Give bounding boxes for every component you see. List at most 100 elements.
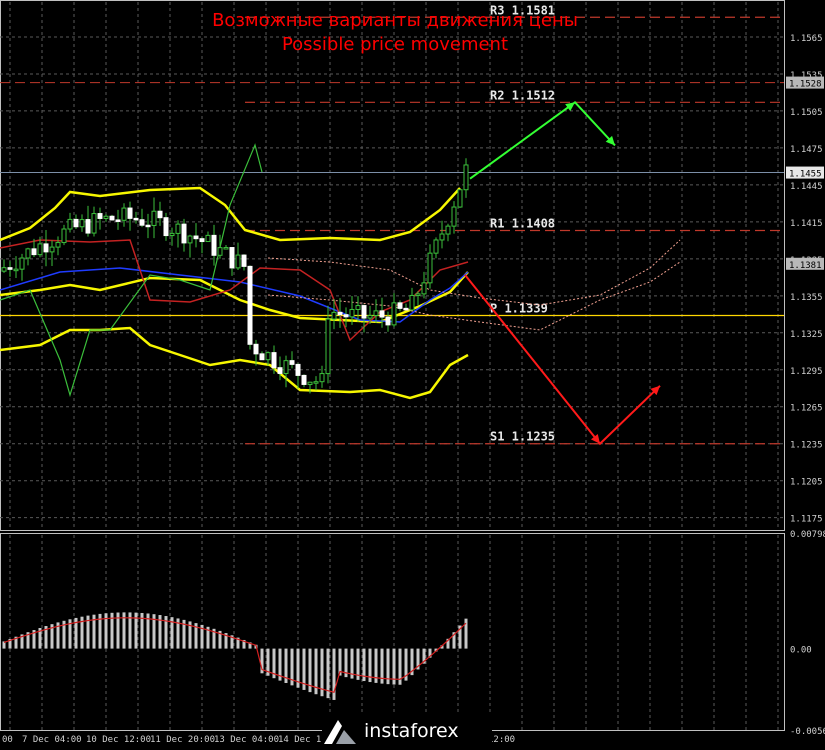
candle-body bbox=[433, 239, 439, 254]
y-tick-label: 1.1265 bbox=[790, 404, 823, 414]
osc-y-tick-label: 0.00 bbox=[790, 646, 812, 656]
candle-body bbox=[307, 381, 313, 385]
candle-body bbox=[247, 265, 253, 345]
candle-body bbox=[37, 243, 43, 256]
price-tag-label: 1.1455 bbox=[789, 170, 822, 180]
bollinger-upper bbox=[0, 186, 461, 242]
forecast-arrow-down bbox=[464, 274, 661, 446]
candle-body bbox=[373, 310, 379, 317]
candle-body bbox=[391, 302, 397, 326]
y-tick-label: 1.1235 bbox=[790, 441, 823, 451]
candle-body bbox=[421, 282, 427, 295]
candle-body bbox=[169, 232, 175, 237]
candle-body bbox=[343, 314, 349, 318]
candle-body bbox=[79, 219, 85, 228]
candle-body bbox=[451, 206, 457, 227]
candle-body bbox=[13, 268, 19, 272]
candle-body bbox=[133, 217, 139, 221]
candle-body bbox=[25, 248, 31, 259]
chart-window: 1.1565 1.1535 1.1505 1.1475 1.1445 1.1415 1.13… bbox=[0, 0, 825, 750]
y-tick-label: 1.1295 bbox=[790, 367, 823, 377]
price-chart: 1.15651.15351.15051.14751.14451.14151.13… bbox=[0, 0, 825, 745]
candle-body bbox=[445, 225, 451, 235]
y-tick-label: 1.1415 bbox=[790, 219, 823, 229]
candle-body bbox=[325, 318, 331, 375]
candle-body bbox=[331, 311, 337, 320]
candle-body bbox=[181, 223, 187, 244]
logo-icon bbox=[324, 720, 356, 744]
chart-title: Возможные варианты движения цены bbox=[212, 10, 578, 31]
candle-body bbox=[109, 215, 115, 221]
y-tick-label: 1.1475 bbox=[790, 145, 823, 155]
candle-body bbox=[337, 311, 343, 316]
candle-body bbox=[265, 352, 271, 361]
candle-body bbox=[175, 223, 181, 234]
x-tick-label: 00 bbox=[2, 735, 13, 745]
level-label-r2: R2 1.1512 bbox=[490, 88, 555, 102]
candle-body bbox=[127, 207, 133, 219]
candle-body bbox=[457, 189, 463, 208]
candle-body bbox=[415, 293, 421, 296]
candle-body bbox=[139, 219, 145, 226]
forecast-arrow-up bbox=[469, 100, 616, 180]
y-tick-label: 1.1175 bbox=[790, 515, 823, 525]
candle-body bbox=[73, 218, 79, 228]
candle-body bbox=[205, 234, 211, 243]
y-tick-label: 1.1565 bbox=[790, 34, 823, 44]
y-tick-label: 1.1445 bbox=[790, 182, 823, 192]
candle-body bbox=[409, 294, 415, 311]
candle-body bbox=[193, 235, 199, 240]
level-label-s1: S1 1.1235 bbox=[490, 430, 555, 444]
candle-body bbox=[61, 228, 67, 244]
candle-body bbox=[55, 242, 61, 248]
candle-body bbox=[463, 164, 469, 191]
candle-body bbox=[361, 305, 367, 319]
price-tag-label: 1.1381 bbox=[789, 261, 822, 271]
logo-text: instaforex bbox=[364, 720, 459, 742]
x-tick-label: 12:00 bbox=[488, 735, 515, 745]
osc-y-tick-label: 0.00798 bbox=[790, 530, 825, 540]
candle-body bbox=[439, 233, 445, 241]
candle-body bbox=[91, 213, 97, 234]
candle-body bbox=[319, 373, 325, 383]
y-tick-label: 1.1325 bbox=[790, 330, 823, 340]
candle-body bbox=[211, 234, 217, 256]
candle-body bbox=[1, 267, 7, 272]
osc-signal-line bbox=[3, 617, 467, 693]
candle-body bbox=[235, 254, 241, 269]
candle-body bbox=[97, 213, 103, 219]
y-tick-label: 1.1205 bbox=[790, 478, 823, 488]
candle-body bbox=[241, 254, 247, 267]
candle-body bbox=[397, 302, 403, 309]
candle-body bbox=[187, 235, 193, 244]
candle-body bbox=[403, 307, 409, 311]
candle-body bbox=[259, 353, 265, 361]
candle-body bbox=[145, 224, 151, 228]
candle-body bbox=[385, 316, 391, 326]
candle-body bbox=[355, 305, 361, 310]
candle-body bbox=[199, 238, 205, 243]
candle-body bbox=[301, 374, 307, 385]
y-tick-label: 1.1505 bbox=[790, 108, 823, 118]
candle-body bbox=[19, 257, 25, 270]
candle-body bbox=[115, 219, 121, 222]
candle-body bbox=[157, 210, 163, 219]
candle-body bbox=[271, 352, 277, 369]
main-panel-frame bbox=[0, 0, 785, 531]
candle-body bbox=[217, 247, 223, 256]
level-label-r1: R1 1.1408 bbox=[490, 216, 555, 230]
osc-y-tick-label: -0.00562 bbox=[790, 727, 825, 737]
candle-body bbox=[7, 267, 13, 270]
candle-body bbox=[49, 246, 55, 253]
x-tick-label: 10 Dec 12:00 bbox=[86, 735, 151, 745]
chart-subtitle: Possible price movement bbox=[281, 34, 509, 55]
candle-body bbox=[67, 218, 73, 230]
candle-body bbox=[121, 207, 127, 221]
x-tick-label: 7 Dec 04:00 bbox=[22, 735, 82, 745]
candle-body bbox=[103, 215, 109, 219]
candle-body bbox=[151, 210, 157, 226]
candle-body bbox=[283, 360, 289, 374]
candle-body bbox=[313, 381, 319, 384]
forecast-arrowhead-mid bbox=[565, 102, 575, 112]
instaforex-logo: instaforex bbox=[322, 714, 492, 748]
